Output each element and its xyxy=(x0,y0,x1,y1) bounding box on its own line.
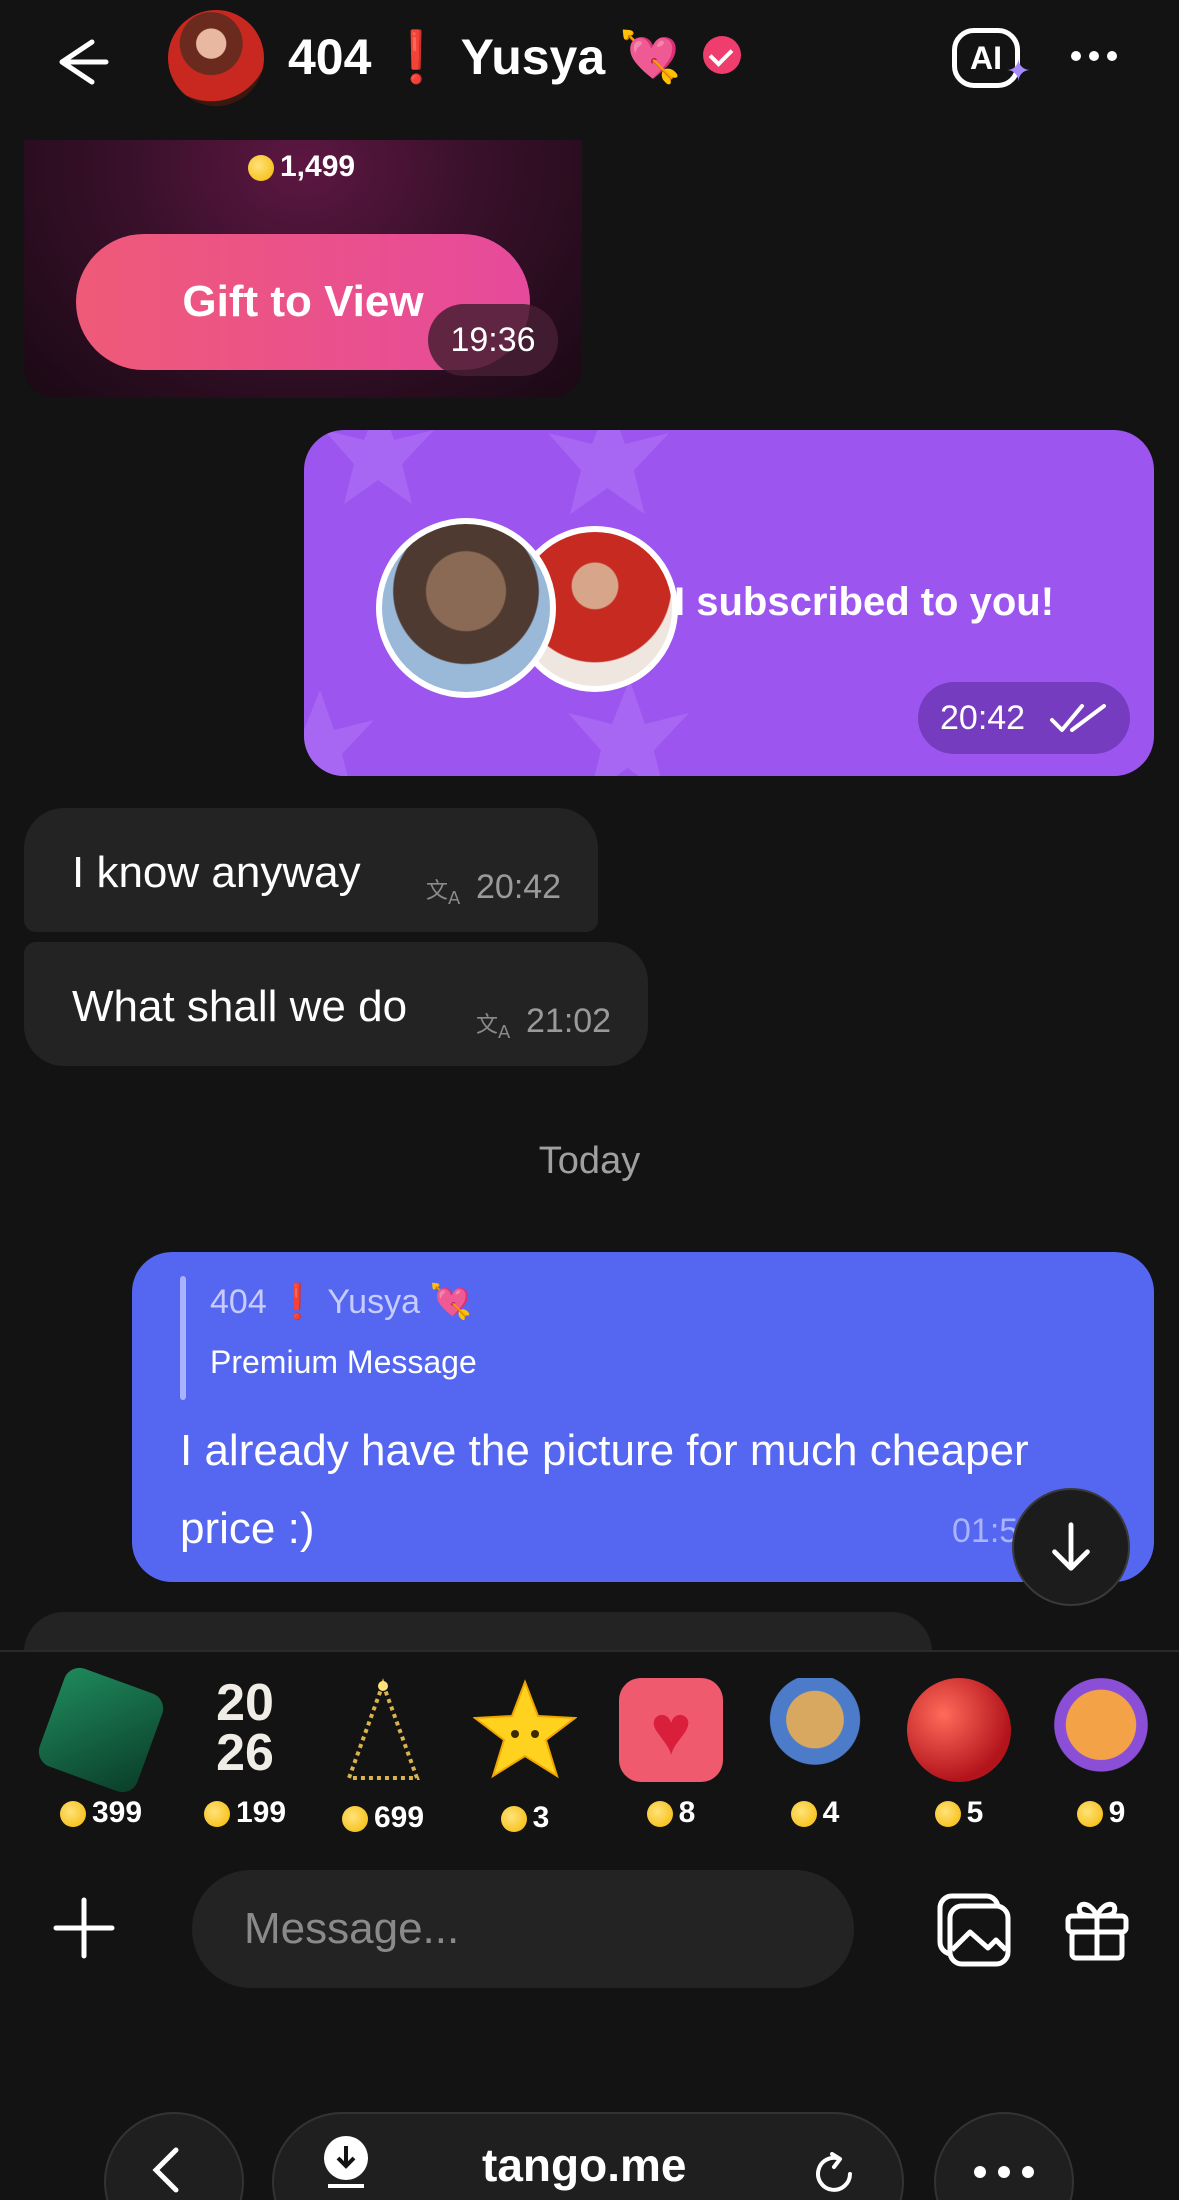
sparkle-icon: ✦ xyxy=(1005,55,1031,88)
gift-price: 4 xyxy=(750,1796,880,1830)
contact-name-bang: ❗ xyxy=(385,29,448,85)
message-time: 20:42 xyxy=(940,699,1026,737)
message-meta: 文 A 20:42 xyxy=(426,868,561,907)
gift-item[interactable]: 699 xyxy=(318,1678,448,1848)
message-meta: 文 A 21:02 xyxy=(476,1002,611,1041)
cat-gift-icon xyxy=(763,1678,867,1782)
svg-text:文: 文 xyxy=(476,1013,498,1038)
url-bar[interactable]: tango.me xyxy=(272,2112,904,2200)
contact-name-emoji: 💘 xyxy=(619,29,682,85)
contact-name-text: Yusya xyxy=(460,29,606,85)
quoted-text: Premium Message xyxy=(210,1344,477,1380)
translate-icon[interactable]: 文 A xyxy=(476,1006,516,1040)
image-icon[interactable] xyxy=(936,1892,1012,1968)
message-time: 01:5 xyxy=(952,1512,1019,1550)
gift-item[interactable]: 3 xyxy=(460,1678,590,1848)
ai-label: AI xyxy=(970,40,1002,76)
coin-icon xyxy=(1076,1801,1103,1828)
star-gift-icon xyxy=(472,1679,578,1779)
ai-assistant-button[interactable]: AI ✦ xyxy=(952,28,1031,88)
contact-name-prefix: 404 xyxy=(288,29,372,85)
verified-badge-icon xyxy=(703,35,742,74)
ellipsis-icon xyxy=(974,2166,1034,2178)
heart-gift-icon: ♥ xyxy=(619,1678,723,1782)
coin-icon xyxy=(646,1801,673,1828)
coin-icon xyxy=(500,1806,527,1833)
message-input[interactable] xyxy=(192,1870,854,1988)
gift-price: 9 xyxy=(1036,1796,1166,1830)
gift-price: 399 xyxy=(36,1796,166,1830)
chevron-left-icon xyxy=(152,2147,179,2193)
message-text: What shall we do xyxy=(72,982,408,1031)
coin-icon xyxy=(341,1806,368,1833)
read-receipt-icon xyxy=(1050,704,1106,732)
premium-price: 1,499 xyxy=(248,150,355,184)
premium-message-bubble: 1,499 Gift to View 19:36 xyxy=(24,140,582,398)
gift-price: 199 xyxy=(180,1796,310,1830)
gift-item[interactable]: 399 xyxy=(34,1663,168,1848)
svg-text:文: 文 xyxy=(426,879,448,904)
url-text: tango.me xyxy=(482,2139,687,2191)
incoming-message[interactable]: What shall we do 文 A 21:02 xyxy=(24,942,648,1066)
message-time: 20:42 xyxy=(476,868,562,906)
gift-item[interactable]: 5 xyxy=(894,1678,1024,1848)
gift-item[interactable]: 20 26 199 xyxy=(180,1674,310,1848)
message-time: 19:36 xyxy=(428,304,558,376)
incoming-message[interactable]: I know anyway 文 A 20:42 xyxy=(24,808,598,932)
gift-item[interactable]: ♥ 8 xyxy=(606,1678,736,1848)
gift-icon[interactable] xyxy=(1062,1892,1132,1962)
browser-back-button[interactable] xyxy=(104,2112,244,2200)
gift-price: 3 xyxy=(460,1801,590,1835)
gift-price: 8 xyxy=(606,1796,736,1830)
quoted-author: 404 ❗ Yusya 💘 xyxy=(210,1283,472,1321)
svg-text:A: A xyxy=(448,888,461,906)
quote-bar xyxy=(180,1276,186,1400)
message-time: 21:02 xyxy=(526,1002,612,1040)
gift-item[interactable]: 4 xyxy=(750,1678,880,1848)
apple-gift-icon xyxy=(907,1678,1011,1782)
golden-tree-gift-icon xyxy=(346,1678,420,1780)
translate-icon[interactable]: 文 A xyxy=(426,872,466,906)
coin-icon xyxy=(203,1801,230,1828)
message-text: I know anyway xyxy=(72,848,361,897)
reload-icon[interactable] xyxy=(810,2150,860,2200)
my-avatar xyxy=(376,518,556,698)
gift-price: 5 xyxy=(894,1796,1024,1830)
back-arrow-icon[interactable] xyxy=(52,30,116,94)
contact-name[interactable]: 404 ❗ Yusya 💘 xyxy=(288,28,742,87)
more-options-icon[interactable] xyxy=(1068,30,1120,82)
plus-icon[interactable] xyxy=(52,1896,116,1960)
message-time-pill: 20:42 xyxy=(918,682,1130,754)
gift-price: 699 xyxy=(318,1801,448,1835)
download-icon[interactable] xyxy=(318,2134,374,2190)
green-crystal-gift-icon xyxy=(34,1663,168,1797)
tiger-gift-icon xyxy=(1049,1678,1153,1782)
subscribed-message-bubble: I subscribed to you! 20:42 xyxy=(304,430,1154,776)
gift-tray: 399 20 26 199 699 3 ♥ 8 4 5 9 xyxy=(0,1650,1179,1858)
coin-icon xyxy=(248,155,274,182)
browser-more-button[interactable] xyxy=(934,2112,1074,2200)
2026-gift-icon: 20 26 xyxy=(216,1674,274,1782)
svg-text:A: A xyxy=(498,1022,511,1040)
coin-icon xyxy=(790,1801,817,1828)
composer xyxy=(0,1860,1179,2000)
coin-icon xyxy=(934,1801,961,1828)
chat-header: 404 ❗ Yusya 💘 AI ✦ xyxy=(0,0,1179,140)
subscribed-text: I subscribed to you! xyxy=(674,580,1055,624)
scroll-to-bottom-button[interactable] xyxy=(1012,1488,1130,1606)
contact-avatar[interactable] xyxy=(168,10,264,106)
gift-item[interactable]: 9 xyxy=(1036,1678,1166,1848)
date-separator: Today xyxy=(538,1140,641,1182)
outgoing-reply-message[interactable]: 404 ❗ Yusya 💘 Premium Message I already … xyxy=(132,1252,1154,1582)
browser-toolbar: tango.me xyxy=(0,2100,1179,2200)
coin-icon xyxy=(59,1801,86,1828)
